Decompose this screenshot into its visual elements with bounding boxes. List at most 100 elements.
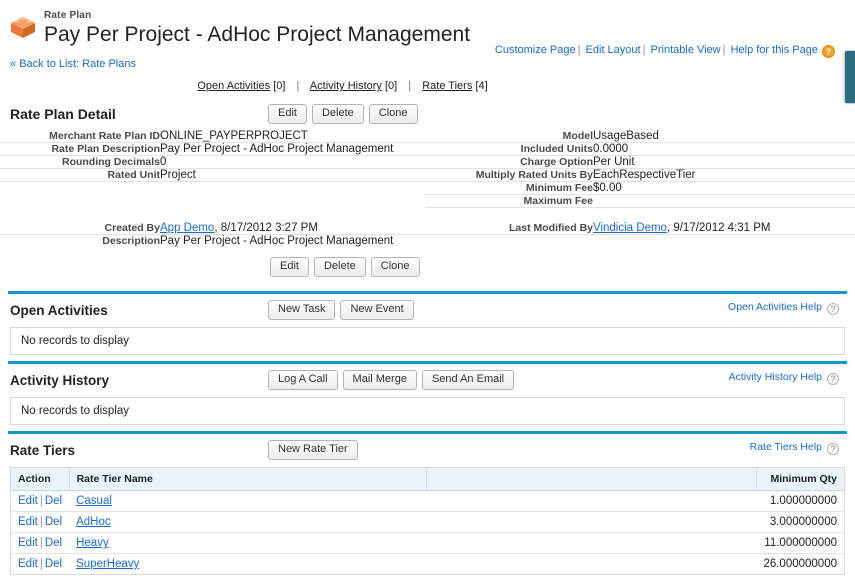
clone-button-bottom[interactable]: Clone <box>370 257 420 277</box>
rate-plan-detail-section: Rate Plan Detail Edit Delete Clone Merch… <box>0 100 855 287</box>
open-activities-empty-message: No records to display <box>10 327 845 355</box>
nav-rate-tiers[interactable]: Rate Tiers <box>422 80 472 92</box>
detail-section-title: Rate Plan Detail <box>10 106 116 122</box>
new-task-button[interactable]: New Task <box>268 300 336 320</box>
field-label-rated-unit: Rated Unit <box>0 168 160 182</box>
nav-open-activities[interactable]: Open Activities <box>197 80 270 92</box>
log-a-call-button[interactable]: Log A Call <box>268 370 338 390</box>
rate-tier-name-link[interactable]: SuperHeavy <box>76 558 139 570</box>
clone-button[interactable]: Clone <box>368 104 418 124</box>
right-edge-sidebar-toggle[interactable] <box>844 50 855 104</box>
field-value-rated-unit: Project <box>160 168 425 182</box>
detail-top-buttons: Edit Delete Clone <box>268 104 418 124</box>
column-header-action: Action <box>10 467 70 491</box>
nav-activity-history-count: [0] <box>384 80 398 92</box>
cell-rate-tier-name: AdHoc <box>69 511 427 533</box>
row-actions: Edit | Del <box>11 554 70 575</box>
page-title: Pay Per Project - AdHoc Project Manageme… <box>44 23 471 46</box>
rate-tier-name-link[interactable]: Casual <box>76 495 112 507</box>
customize-page-link[interactable]: Customize Page <box>495 44 576 56</box>
delete-row-link[interactable]: Del <box>45 537 62 549</box>
row-actions: Edit | Del <box>10 511 70 533</box>
mail-merge-button[interactable]: Mail Merge <box>342 370 417 390</box>
activity-history-empty-message: No records to display <box>10 397 845 425</box>
nav-rate-tiers-count: [4] <box>475 80 488 92</box>
rate-tiers-table-head: Action Rate Tier Name Minimum Qty <box>10 467 845 491</box>
open-activities-buttons: New Task New Event <box>268 300 414 320</box>
row-actions: Edit | Del <box>10 532 70 554</box>
new-event-button[interactable]: New Event <box>340 300 414 320</box>
help-question-icon[interactable]: ? <box>827 373 839 385</box>
edit-row-link[interactable]: Edit <box>18 495 38 507</box>
activity-history-header: Activity History Log A Call Mail Merge S… <box>0 364 855 397</box>
action-separator: | <box>39 516 43 528</box>
object-type-label: Rate Plan <box>44 10 92 21</box>
open-activities-header: Open Activities New Task New Event Open … <box>0 294 855 327</box>
field-value-minimum-fee: $0.00 <box>593 181 855 195</box>
rate-tiers-table: Action Rate Tier Name Minimum Qty Edit | D… <box>10 467 845 575</box>
rate-tiers-help-link[interactable]: Rate Tiers Help <box>750 441 822 453</box>
rate-tier-name-link[interactable]: Heavy <box>76 537 109 549</box>
rate-tiers-section: Rate Tiers New Rate Tier Rate Tiers Help… <box>0 431 855 575</box>
nav-separator: | <box>296 80 300 92</box>
field-value-model: UsageBased <box>593 130 855 143</box>
delete-row-link[interactable]: Del <box>45 558 62 570</box>
nav-activity-history[interactable]: Activity History <box>310 80 382 92</box>
edit-button-bottom[interactable]: Edit <box>270 257 309 277</box>
detail-row-system: Created By App Demo, 8/17/2012 3:27 PM L… <box>0 207 855 235</box>
delete-button-bottom[interactable]: Delete <box>313 257 366 277</box>
action-separator: | <box>39 495 43 507</box>
help-question-icon[interactable]: ? <box>827 303 839 315</box>
created-by-user-link[interactable]: App Demo <box>160 222 214 234</box>
field-label-empty <box>0 195 160 208</box>
rate-tier-name-link[interactable]: AdHoc <box>76 516 111 528</box>
cell-blank <box>426 532 757 554</box>
column-header-rate-tier-name[interactable]: Rate Tier Name <box>69 467 428 491</box>
delete-row-link[interactable]: Del <box>45 495 62 507</box>
printable-view-link[interactable]: Printable View <box>651 44 721 56</box>
column-header-minimum-qty[interactable]: Minimum Qty <box>756 467 845 491</box>
field-value-maximum-fee <box>593 194 855 208</box>
last-modified-by-user-link[interactable]: Vindicia Demo <box>593 222 667 234</box>
edit-button[interactable]: Edit <box>268 104 307 124</box>
orange-crate-icon <box>8 14 38 40</box>
delete-button[interactable]: Delete <box>311 104 364 124</box>
rate-tiers-title: Rate Tiers <box>10 442 76 458</box>
table-row: Edit | Del Casual 1.000000000 <box>10 490 845 512</box>
activity-history-title: Activity History <box>10 372 110 388</box>
cell-rate-tier-name: Casual <box>69 490 427 512</box>
help-question-icon[interactable]: ? <box>822 45 835 58</box>
cell-blank <box>426 511 757 533</box>
action-separator: | <box>39 537 43 549</box>
field-label-rounding-decimals: Rounding Decimals <box>0 155 160 169</box>
table-header-row: Action Rate Tier Name Minimum Qty <box>10 467 845 491</box>
edit-layout-link[interactable]: Edit Layout <box>586 44 641 56</box>
help-question-icon[interactable]: ? <box>827 443 839 455</box>
activity-history-section: Activity History Log A Call Mail Merge S… <box>0 361 855 425</box>
open-activities-help-link[interactable]: Open Activities Help <box>728 301 822 313</box>
field-value-rate-plan-description: Pay Per Project - AdHoc Project Manageme… <box>160 142 425 156</box>
link-separator: | <box>577 44 581 56</box>
edit-row-link[interactable]: Edit <box>18 537 38 549</box>
open-activities-help: Open Activities Help? <box>728 301 839 315</box>
back-to-list-label: Back to List: <box>19 58 80 70</box>
table-row: Edit | Del SuperHeavy 26.000000000 <box>11 554 845 575</box>
activity-history-help: Activity History Help? <box>729 371 839 385</box>
send-an-email-button[interactable]: Send An Email <box>421 370 515 390</box>
delete-row-link[interactable]: Del <box>45 516 62 528</box>
rate-tiers-help: Rate Tiers Help? <box>750 441 839 455</box>
field-value-charge-option: Per Unit <box>593 155 855 169</box>
field-value-description: Pay Per Project - AdHoc Project Manageme… <box>160 235 394 247</box>
cell-minimum-qty: 26.000000000 <box>763 558 837 570</box>
field-label-merchant-rate-plan-id: Merchant Rate Plan ID <box>0 130 160 143</box>
edit-row-link[interactable]: Edit <box>18 558 38 570</box>
activity-history-help-link[interactable]: Activity History Help <box>729 371 822 383</box>
row-actions: Edit | Del <box>10 490 70 512</box>
back-to-list-link[interactable]: Back to List: Rate Plans <box>19 58 136 70</box>
new-rate-tier-button[interactable]: New Rate Tier <box>268 440 358 460</box>
help-for-this-page-link[interactable]: Help for this Page <box>731 44 818 56</box>
field-label-model: Model <box>425 130 593 143</box>
edit-row-link[interactable]: Edit <box>18 516 38 528</box>
field-value-empty <box>160 195 425 208</box>
title-block: Rate Plan Pay Per Project - AdHoc Projec… <box>44 8 470 48</box>
